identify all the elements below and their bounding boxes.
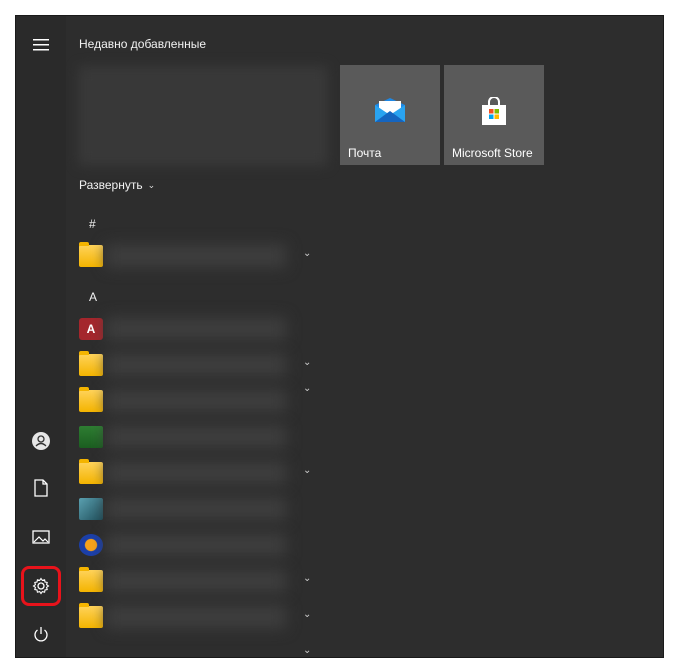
section-header-hash[interactable]: # — [89, 217, 96, 231]
tile-microsoft-store[interactable]: Microsoft Store — [444, 65, 544, 165]
list-item-folder[interactable]: ⌄ — [66, 599, 316, 635]
chevron-down-icon[interactable]: ⌄ — [303, 248, 311, 259]
list-item-folder[interactable]: ⌄ — [66, 455, 316, 491]
folder-icon — [79, 567, 103, 592]
list-item-app[interactable] — [66, 491, 316, 527]
blurred-label — [106, 569, 286, 593]
folder-icon — [79, 242, 103, 267]
chevron-down-icon[interactable]: ⌄ — [303, 357, 311, 368]
user-icon[interactable] — [16, 419, 66, 463]
game-app-icon — [79, 426, 103, 448]
chevron-down-icon[interactable]: ⌄ — [303, 383, 311, 394]
list-item-partial[interactable]: ⌄ — [66, 635, 316, 657]
list-item-app[interactable] — [66, 527, 316, 563]
folder-icon — [79, 387, 103, 412]
folder-icon — [79, 351, 103, 376]
expand-button[interactable]: Развернуть ⌄ — [79, 178, 155, 192]
chevron-down-icon[interactable]: ⌄ — [303, 465, 311, 476]
hamburger-menu-icon[interactable] — [16, 23, 66, 67]
recently-added-heading: Недавно добавленные — [79, 37, 207, 51]
app-round-icon — [79, 534, 103, 556]
expand-label: Развернуть — [79, 178, 143, 192]
access-app-icon: A — [79, 318, 103, 340]
mail-envelope-icon — [375, 98, 405, 122]
blurred-label — [106, 497, 286, 521]
blurred-label — [106, 605, 286, 629]
documents-icon[interactable] — [16, 466, 66, 510]
folder-icon — [79, 459, 103, 484]
blurred-label — [106, 317, 286, 341]
start-rail — [16, 16, 66, 657]
list-item-app[interactable]: A — [66, 311, 316, 347]
tile-label: Microsoft Store — [452, 146, 533, 160]
recent-apps-blurred[interactable] — [78, 66, 328, 166]
list-item-folder[interactable]: ⌄ — [66, 347, 316, 383]
section-header-a[interactable]: А — [89, 290, 97, 304]
power-icon[interactable] — [16, 612, 66, 656]
blurred-label — [106, 461, 286, 485]
tile-mail[interactable]: Почта — [340, 65, 440, 165]
blurred-label — [106, 244, 286, 268]
list-item-folder[interactable]: ⌄ — [66, 383, 316, 419]
app-thumbnail-icon — [79, 498, 103, 520]
chevron-down-icon[interactable]: ⌄ — [303, 573, 311, 584]
blurred-label — [106, 389, 286, 413]
app-list: Недавно добавленные Развернуть ⌄ # ⌄ А A… — [66, 16, 346, 657]
start-menu: Недавно добавленные Развернуть ⌄ # ⌄ А A… — [15, 15, 664, 658]
list-item-folder[interactable]: ⌄ — [66, 563, 316, 599]
blurred-label — [106, 533, 286, 557]
pictures-icon[interactable] — [16, 515, 66, 559]
list-item-app[interactable] — [66, 419, 316, 455]
list-item-folder[interactable]: ⌄ — [66, 238, 316, 274]
blurred-label — [106, 425, 286, 449]
folder-icon — [79, 603, 103, 628]
tile-label: Почта — [348, 146, 382, 160]
chevron-down-icon: ⌄ — [147, 179, 156, 190]
settings-highlight-box — [21, 566, 61, 606]
store-bag-icon — [482, 97, 506, 125]
blurred-label — [106, 353, 286, 377]
chevron-down-icon[interactable]: ⌄ — [303, 645, 311, 656]
chevron-down-icon[interactable]: ⌄ — [303, 609, 311, 620]
